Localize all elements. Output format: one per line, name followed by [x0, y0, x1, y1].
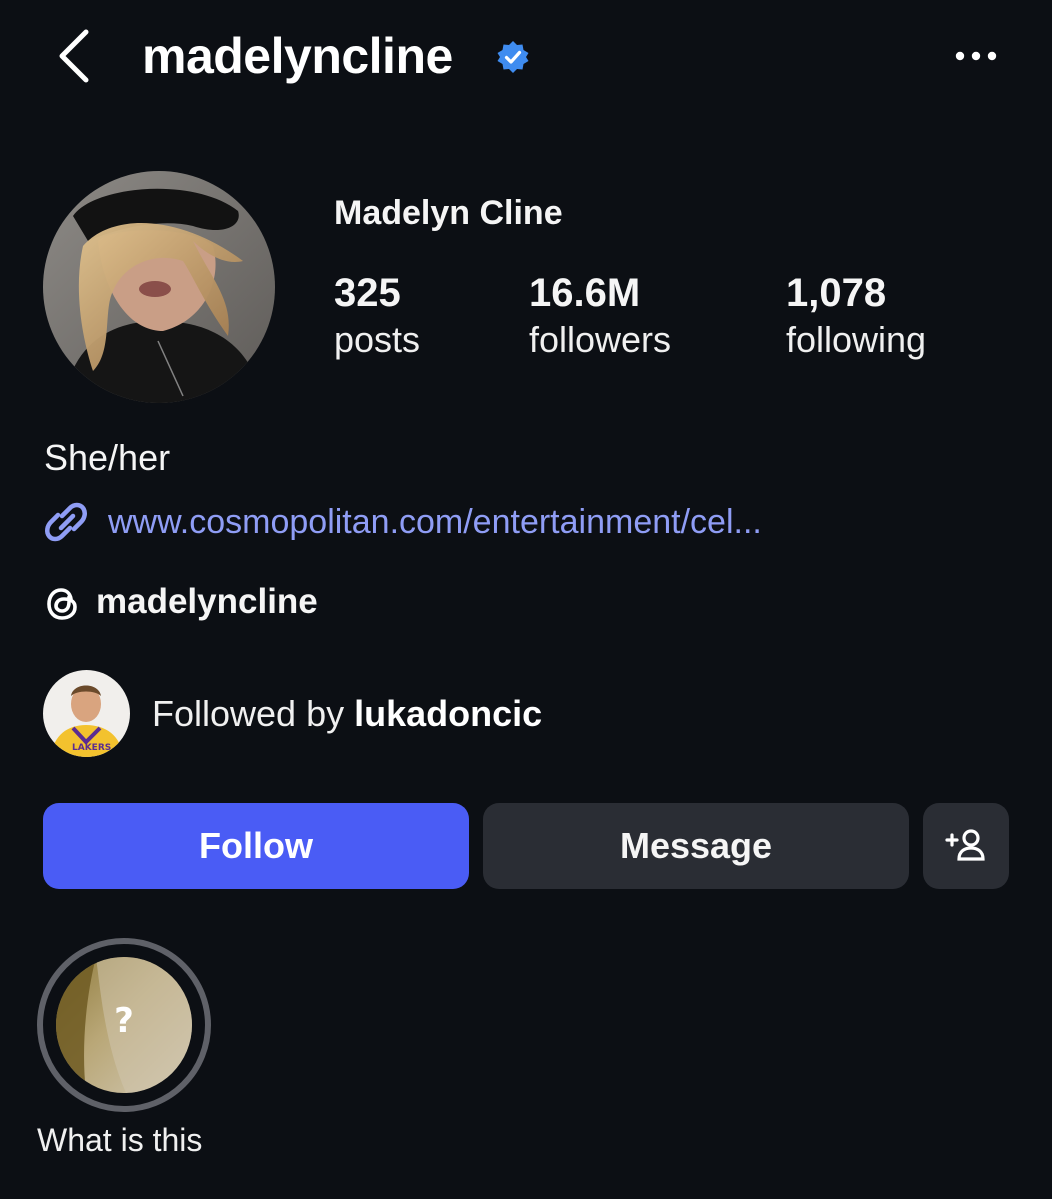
threads-badge[interactable]: madelyncline	[44, 580, 544, 626]
profile-avatar[interactable]	[43, 171, 275, 403]
profile-photo	[43, 171, 275, 403]
following-label: following	[786, 319, 927, 360]
following-count: 1,078	[786, 271, 887, 315]
followers-count: 16.6M	[529, 271, 641, 315]
threads-handle: madelyncline	[96, 582, 318, 621]
following-stat[interactable]: 1,078 following	[786, 268, 926, 362]
header-username: madelyncline	[142, 28, 453, 84]
bio-link[interactable]: www.cosmopolitan.com/entertainment/cel..…	[44, 498, 944, 546]
link-icon	[45, 502, 87, 542]
chevron-left-icon	[59, 29, 89, 83]
back-button[interactable]	[52, 26, 98, 86]
followed-by-prefix: Followed by	[152, 693, 355, 734]
posts-stat[interactable]: 325 posts	[334, 268, 420, 362]
add-person-icon	[945, 829, 985, 861]
highlight-cover: ?	[56, 957, 192, 1093]
svg-text:LAKERS: LAKERS	[72, 743, 111, 753]
question-mark-icon: ?	[114, 1001, 134, 1041]
posts-label: posts	[334, 319, 421, 360]
follow-button[interactable]: Follow	[43, 803, 469, 889]
more-options-button[interactable]	[952, 42, 1000, 70]
verified-badge-icon	[497, 41, 529, 73]
mutual-follower-avatar: LAKERS	[43, 670, 130, 757]
display-name: Madelyn Cline	[334, 194, 563, 232]
followed-by-user[interactable]: lukadoncic	[354, 693, 542, 734]
message-button[interactable]: Message	[483, 803, 909, 889]
bio-link-text: www.cosmopolitan.com/entertainment/cel..…	[108, 503, 762, 541]
story-highlight[interactable]: ?	[37, 938, 211, 1112]
followed-by-text: Followed by lukadoncic	[152, 692, 542, 736]
threads-icon	[47, 588, 77, 620]
highlight-label: What is this	[37, 1122, 203, 1158]
followers-stat[interactable]: 16.6M followers	[529, 268, 671, 362]
profile-header: madelyncline	[0, 0, 1052, 115]
pronouns: She/her	[44, 437, 171, 478]
posts-count: 325	[334, 271, 401, 315]
ellipsis-icon	[955, 51, 997, 61]
profile-page: madelyncline Madelyn Cline 325 posts 16.…	[0, 0, 1052, 1199]
followers-label: followers	[529, 319, 672, 360]
followed-by-row[interactable]: LAKERS Followed by lukadoncic	[43, 670, 743, 758]
suggested-users-button[interactable]	[923, 803, 1009, 889]
